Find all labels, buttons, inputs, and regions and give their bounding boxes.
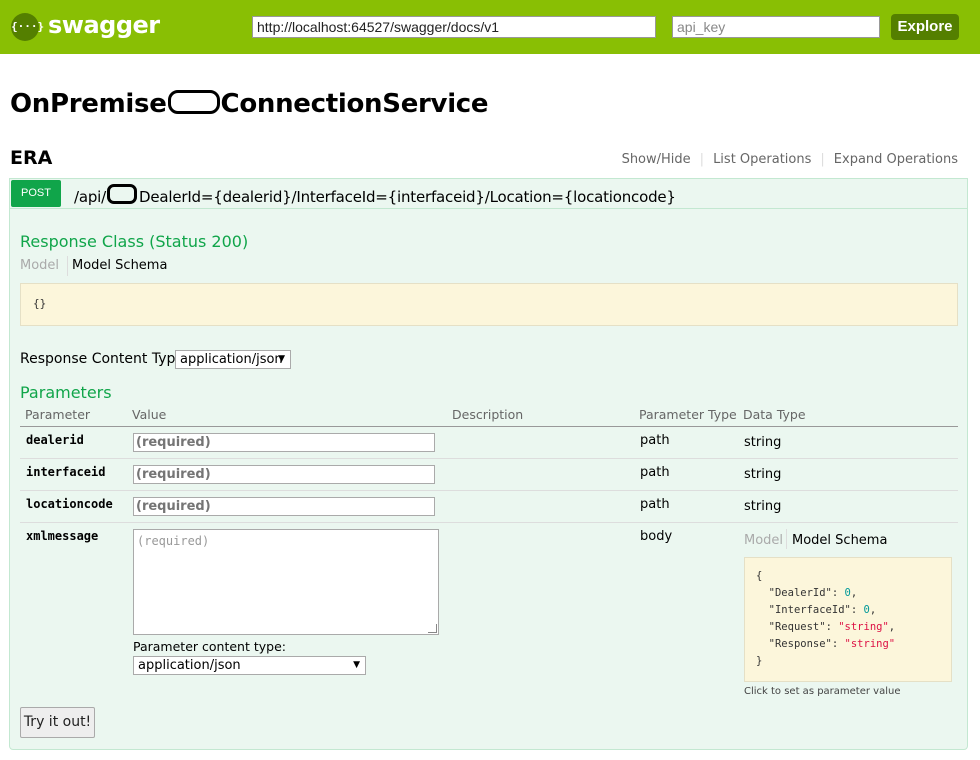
row-divider xyxy=(20,458,958,459)
schema-open-brace: { xyxy=(756,570,763,582)
dealerid-input[interactable] xyxy=(133,433,435,452)
param-content-type-value: application/json xyxy=(138,658,241,673)
swagger-logo-text[interactable]: swagger xyxy=(48,11,160,39)
redaction-mark xyxy=(107,184,137,204)
explore-button[interactable]: Explore xyxy=(891,14,959,40)
tab-model-schema[interactable]: Model Schema xyxy=(72,258,167,273)
path-prefix: /api/ xyxy=(74,188,106,206)
schema-value: "string" xyxy=(838,621,889,633)
schema-comma: , xyxy=(869,604,877,616)
param-name: dealerid xyxy=(26,433,84,447)
header-bar: {···} swagger http://localhost:64527/swa… xyxy=(0,0,980,54)
response-schema-snippet[interactable]: {} xyxy=(20,283,958,326)
schema-comma: , xyxy=(850,587,858,599)
http-method-badge[interactable]: POST xyxy=(11,180,61,207)
row-divider xyxy=(20,522,958,523)
response-schema-text: {} xyxy=(33,297,47,310)
dropdown-arrow-icon: ▼ xyxy=(353,660,360,670)
dropdown-arrow-icon: ▼ xyxy=(278,354,285,364)
param-type: path xyxy=(640,433,670,448)
param-name: interfaceid xyxy=(26,465,106,479)
api-title: OnPremise ConnectionService xyxy=(10,89,489,119)
list-operations-link[interactable]: List Operations xyxy=(704,152,820,167)
interfaceid-input[interactable] xyxy=(133,465,435,484)
operation-panel: POST /api/DealerId={dealerid}/InterfaceI… xyxy=(9,178,968,750)
table-header-divider xyxy=(20,426,958,427)
response-class-title: Response Class (Status 200) xyxy=(20,232,249,251)
body-schema-snippet[interactable]: { "DealerId": 0, "InterfaceId": 0, "Requ… xyxy=(744,557,952,682)
schema-key: "DealerId" xyxy=(768,587,832,599)
path-suffix: DealerId={dealerid}/InterfaceId={interfa… xyxy=(139,188,676,206)
schema-close-brace: } xyxy=(756,655,763,667)
param-type: body xyxy=(640,529,673,544)
tab-divider xyxy=(67,256,68,276)
data-type: string xyxy=(744,435,782,450)
column-header-parameter-type: Parameter Type xyxy=(639,407,737,422)
show-hide-link[interactable]: Show/Hide xyxy=(613,152,700,167)
operation-heading[interactable]: POST /api/DealerId={dealerid}/InterfaceI… xyxy=(10,179,967,209)
resource-options: Show/Hide | List Operations | Expand Operati… xyxy=(613,152,958,167)
xmlmessage-textarea[interactable]: (required) xyxy=(133,529,439,635)
response-content-type-value: application/json xyxy=(180,352,283,367)
try-it-out-button[interactable]: Try it out! xyxy=(20,707,95,738)
column-header-description: Description xyxy=(452,407,524,422)
schema-value: "string" xyxy=(844,638,896,650)
operation-path[interactable]: /api/DealerId={dealerid}/InterfaceId={in… xyxy=(74,184,676,206)
param-content-type-label: Parameter content type: xyxy=(133,639,286,654)
column-header-data-type: Data Type xyxy=(743,407,806,422)
column-header-value: Value xyxy=(132,407,167,422)
resource-name[interactable]: ERA xyxy=(10,147,52,169)
tab-divider xyxy=(786,529,787,549)
row-divider xyxy=(20,490,958,491)
api-key-input[interactable] xyxy=(672,16,880,38)
click-to-set-hint: Click to set as parameter value xyxy=(744,686,901,697)
redaction-mark xyxy=(167,90,220,114)
data-type: string xyxy=(744,467,782,482)
tab-model[interactable]: Model xyxy=(20,258,59,273)
parameters-title: Parameters xyxy=(20,383,112,402)
swagger-logo-icon[interactable]: {···} xyxy=(11,13,44,41)
param-type: path xyxy=(640,465,670,480)
locationcode-input[interactable] xyxy=(133,497,435,516)
body-tab-model-schema[interactable]: Model Schema xyxy=(792,533,887,548)
body-schema-code: { "DealerId": 0, "InterfaceId": 0, "Requ… xyxy=(756,570,896,667)
schema-key: "Response" xyxy=(768,638,832,650)
schema-key: "Request" xyxy=(768,621,826,633)
api-title-suffix: ConnectionService xyxy=(220,89,489,119)
param-type: path xyxy=(640,497,670,512)
response-content-type-select[interactable]: application/json ▼ xyxy=(175,350,291,369)
expand-operations-link[interactable]: Expand Operations xyxy=(825,152,958,167)
param-name: locationcode xyxy=(26,497,113,511)
schema-key: "InterfaceId" xyxy=(768,604,851,616)
body-tab-model[interactable]: Model xyxy=(744,533,783,548)
resize-handle-icon[interactable] xyxy=(428,624,437,633)
param-content-type-select[interactable]: application/json ▼ xyxy=(133,656,366,675)
api-title-prefix: OnPremise xyxy=(10,89,167,119)
param-name: xmlmessage xyxy=(26,529,99,543)
spec-url-input[interactable]: http://localhost:64527/swagger/docs/v1 xyxy=(252,16,656,38)
textarea-placeholder: (required) xyxy=(137,534,210,548)
column-header-parameter: Parameter xyxy=(25,407,91,422)
schema-comma: , xyxy=(888,621,896,633)
response-content-type-label: Response Content Type xyxy=(20,351,184,367)
data-type: string xyxy=(744,499,782,514)
